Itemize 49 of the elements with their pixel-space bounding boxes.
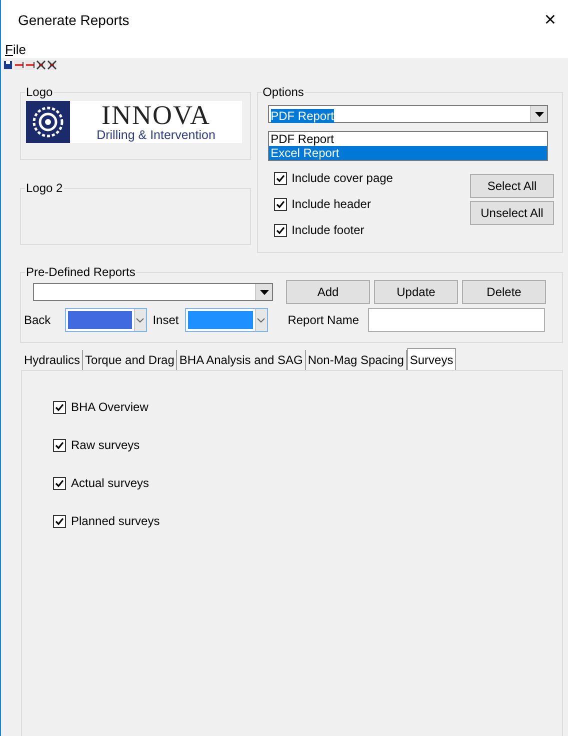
checkbox-label: Planned surveys [71, 513, 160, 530]
tab[interactable]: Surveys [406, 348, 456, 370]
save-icon[interactable] [3, 60, 13, 70]
color-picker[interactable] [64, 308, 147, 332]
dropdown-arrow-icon [260, 290, 268, 294]
checkbox-label: Include header [292, 196, 371, 213]
window-title: Generate Reports [18, 10, 130, 30]
checkbox-label: Actual surveys [71, 475, 150, 492]
field-label: Report Name [288, 312, 360, 329]
format-dropdown[interactable]: PDF Report [268, 105, 548, 123]
button[interactable]: Unselect All [470, 201, 554, 225]
chevron-down-icon [136, 318, 144, 322]
tab[interactable]: BHA Analysis and SAG [177, 350, 306, 370]
dropdown-option[interactable]: Excel Report [268, 146, 547, 160]
report-dropdown[interactable] [33, 283, 273, 301]
group-label: Options [262, 86, 305, 98]
cross-icon[interactable] [47, 60, 57, 70]
group-label: Logo 2 [25, 182, 64, 194]
button[interactable]: Add [286, 280, 370, 304]
checkbox[interactable] [53, 400, 66, 414]
checkbox[interactable] [53, 514, 66, 528]
checkbox-label: Raw surveys [71, 437, 140, 454]
checkbox[interactable] [53, 476, 66, 490]
color-picker[interactable] [184, 308, 268, 332]
button[interactable]: Select All [470, 174, 554, 198]
button[interactable]: Delete [462, 280, 546, 304]
menu-item[interactable]: File [5, 40, 26, 58]
dropdown-arrow-icon [534, 112, 544, 116]
dropdown-option[interactable]: PDF Report [268, 132, 547, 146]
field-label: Back [24, 312, 51, 329]
logo-title: INNOVA [101, 102, 210, 130]
button[interactable]: Update [374, 280, 458, 304]
group-label: Pre-Defined Reports [25, 266, 136, 278]
report-name-field[interactable] [368, 308, 546, 332]
checkbox[interactable] [53, 438, 66, 452]
checkbox-label: Include footer [292, 222, 364, 239]
logo-subtitle: Drilling & Intervention [96, 129, 216, 142]
tab[interactable]: Torque and Drag [83, 350, 178, 370]
checkbox-label: Include cover page [292, 170, 393, 187]
checkbox[interactable] [274, 198, 287, 210]
chevron-down-icon [257, 318, 266, 322]
field-label: Inset [152, 312, 179, 329]
checkbox[interactable] [274, 172, 287, 184]
checkbox-label: BHA Overview [71, 399, 148, 416]
checkbox[interactable] [274, 224, 287, 236]
group-label: Logo [25, 86, 54, 98]
tab[interactable]: Hydraulics [22, 350, 84, 370]
close-button[interactable]: × [542, 10, 558, 30]
cross-icon[interactable] [36, 60, 46, 70]
